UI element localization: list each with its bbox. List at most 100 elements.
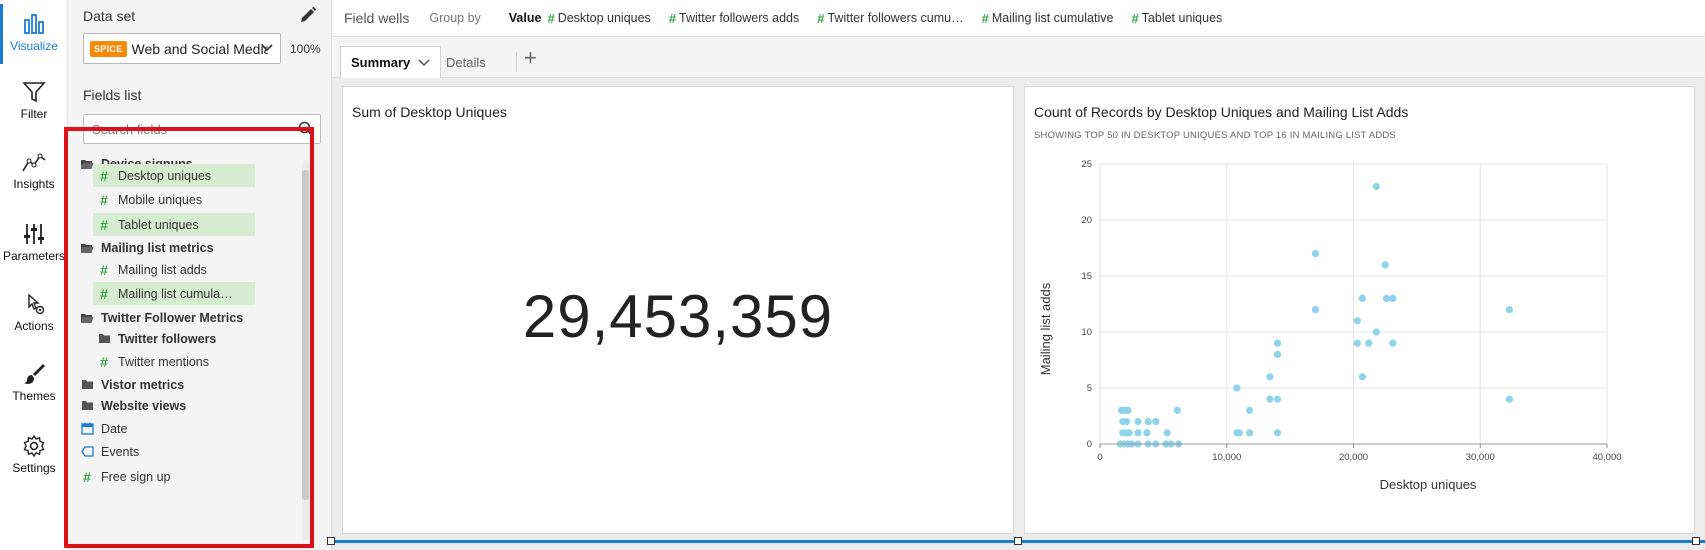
scatter-point[interactable]	[1123, 418, 1131, 426]
scatter-point[interactable]	[1273, 339, 1282, 347]
y-tick-label: 15	[1081, 271, 1092, 282]
scatter-point[interactable]	[1505, 395, 1514, 403]
field-free-sign-up[interactable]: # Free sign up	[76, 465, 170, 488]
scatter-point[interactable]	[1358, 373, 1366, 381]
field-events[interactable]: Events	[76, 440, 139, 463]
scatter-point[interactable]	[1143, 429, 1151, 437]
dataset-name: Web and Social Media Analytics	[131, 40, 268, 57]
x-axis-label: Desktop uniques	[1380, 477, 1477, 492]
field-date[interactable]: Date	[76, 417, 127, 440]
scatter-point[interactable]	[1235, 429, 1244, 437]
field-mailing-list-cumulative[interactable]: # Mailing list cumula…	[93, 282, 255, 305]
scatter-point[interactable]	[1233, 384, 1241, 392]
field-mailing-list-adds[interactable]: # Mailing list adds	[93, 258, 255, 281]
well-pill-desktop-uniques[interactable]: # Desktop uniques	[547, 11, 650, 26]
scatter-subtitle: SHOWING TOP 50 IN DESKTOP UNIQUES AND TO…	[1034, 130, 1396, 141]
scatter-point[interactable]	[1266, 373, 1274, 381]
scatter-point[interactable]	[1245, 429, 1254, 437]
field-wells-title[interactable]: Field wells	[344, 10, 409, 26]
field-tablet-uniques[interactable]: # Tablet uniques	[93, 213, 255, 236]
field-twitter-mentions[interactable]: # Twitter mentions	[93, 350, 255, 373]
scatter-point[interactable]	[1124, 406, 1132, 414]
search-fields-box[interactable]	[83, 114, 321, 144]
kpi-visual[interactable]: Sum of Desktop Uniques 29,453,359	[342, 86, 1014, 534]
measure-hash-icon: #	[100, 216, 108, 233]
data-panel: Data set SPICE Web and Social Media Anal…	[68, 0, 332, 550]
scatter-point[interactable]	[1372, 328, 1380, 336]
pencil-icon[interactable]	[299, 6, 317, 24]
scatter-point[interactable]	[1358, 294, 1366, 302]
rail-label: Visualize	[10, 39, 58, 53]
scatter-point[interactable]	[1353, 317, 1361, 325]
rail-item-insights[interactable]: Insights	[0, 152, 68, 191]
resize-handle[interactable]	[327, 537, 335, 545]
add-sheet-button[interactable]: +	[524, 47, 537, 69]
y-tick-label: 0	[1087, 439, 1092, 450]
kpi-value: 29,453,359	[522, 283, 834, 350]
dataset-dropdown[interactable]: SPICE Web and Social Media Analytics	[83, 33, 281, 64]
measure-hash-icon: #	[83, 468, 91, 485]
scatter-point[interactable]	[1273, 350, 1282, 358]
scatter-point[interactable]	[1163, 429, 1171, 437]
folder-twitter-followers[interactable]: Twitter followers	[93, 327, 216, 350]
scatter-title: Count of Records by Desktop Uniques and …	[1034, 104, 1409, 120]
folder-mailing-list-metrics[interactable]: Mailing list metrics	[76, 236, 214, 259]
fields-list-heading: Fields list	[83, 87, 142, 103]
fields-scrollbar[interactable]	[302, 160, 309, 540]
tab-details[interactable]: Details	[436, 46, 496, 78]
scatter-point[interactable]	[1372, 182, 1380, 190]
scatter-point[interactable]	[1273, 395, 1282, 403]
scatter-point[interactable]	[1311, 306, 1320, 314]
rail-item-parameters[interactable]: Parameters	[0, 222, 68, 263]
tab-summary[interactable]: Summary	[340, 46, 442, 78]
measure-hash-icon: #	[100, 285, 108, 302]
search-icon	[298, 121, 314, 137]
scatter-point[interactable]	[1144, 418, 1152, 426]
scatter-point[interactable]	[1273, 429, 1282, 437]
scatter-point[interactable]	[1311, 250, 1320, 258]
well-pill-mailing-list-cumulative[interactable]: # Mailing list cumulative	[982, 11, 1114, 26]
field-label: Twitter Follower Metrics	[101, 310, 244, 325]
rail-item-themes[interactable]: Themes	[0, 362, 68, 403]
chevron-down-icon[interactable]	[418, 58, 430, 67]
scatter-point[interactable]	[1125, 429, 1133, 437]
scatter-point[interactable]	[1382, 294, 1391, 302]
field-desktop-uniques[interactable]: # Desktop uniques	[93, 164, 255, 187]
scatter-point[interactable]	[1389, 339, 1397, 347]
measure-hash-icon: #	[547, 10, 555, 26]
scatter-point[interactable]	[1152, 418, 1160, 426]
scatter-point[interactable]	[1173, 406, 1181, 414]
well-pill-tablet-uniques[interactable]: # Tablet uniques	[1131, 11, 1222, 26]
brush-icon	[24, 364, 45, 384]
folder-twitter-follower-metrics[interactable]: Twitter Follower Metrics	[76, 306, 243, 329]
tab-label: Details	[446, 54, 486, 70]
rail-item-actions[interactable]: Actions	[0, 292, 68, 333]
resize-handle[interactable]	[1014, 537, 1022, 545]
well-pill-twitter-followers-adds[interactable]: # Twitter followers adds	[669, 11, 799, 26]
scatter-point[interactable]	[1353, 339, 1361, 347]
well-pill-twitter-followers-cumulative[interactable]: # Twitter followers cumu…	[817, 11, 963, 26]
scatter-point[interactable]	[1134, 418, 1142, 426]
resize-handle[interactable]	[1692, 537, 1700, 545]
scatter-point[interactable]	[1505, 306, 1514, 314]
measure-hash-icon: #	[100, 261, 108, 278]
rail-item-filter[interactable]: Filter	[0, 80, 68, 121]
funnel-icon	[22, 82, 46, 103]
rail-label: Insights	[13, 177, 55, 191]
scatter-point[interactable]	[1266, 395, 1274, 403]
scatter-visual[interactable]: Count of Records by Desktop Uniques and …	[1024, 86, 1695, 534]
measure-hash-icon: #	[100, 167, 108, 184]
search-fields-input[interactable]	[84, 115, 284, 144]
scatter-point[interactable]	[1365, 339, 1373, 347]
group-by-well[interactable]: Group by	[429, 11, 480, 25]
rail-item-visualize[interactable]: Visualize	[0, 4, 68, 64]
folder-vistor-metrics[interactable]: Vistor metrics	[76, 373, 184, 396]
rail-item-settings[interactable]: Settings	[0, 434, 68, 475]
scatter-point[interactable]	[1245, 406, 1254, 414]
scatter-point[interactable]	[1381, 261, 1389, 269]
scatter-point[interactable]	[1134, 429, 1142, 437]
scatter-point[interactable]	[1389, 294, 1397, 302]
field-mobile-uniques[interactable]: # Mobile uniques	[93, 188, 255, 211]
folder-website-views[interactable]: Website views	[76, 394, 186, 417]
scrollbar-thumb[interactable]	[302, 170, 309, 500]
